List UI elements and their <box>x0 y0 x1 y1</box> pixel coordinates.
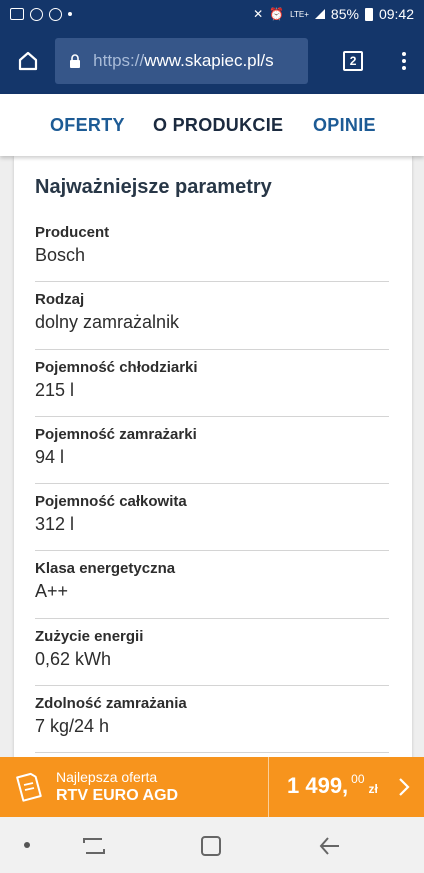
price-main: 1 499, <box>287 773 349 798</box>
offer-divider <box>268 757 269 817</box>
tab-oferty[interactable]: OFERTY <box>50 115 125 136</box>
param-label: Klasa energetyczna <box>35 560 176 578</box>
param-label: Zużycie energii <box>35 627 144 645</box>
lock-icon <box>70 54 81 68</box>
param-value: 312 l <box>35 514 75 535</box>
offer-shop: RTV EURO AGD <box>56 787 179 804</box>
param-value: 94 l <box>35 446 65 467</box>
param-row: Klasa energetyczna A++ <box>35 551 389 619</box>
status-bar: ✕ ⏰ LTE+ 85% 09:42 <box>0 0 424 28</box>
param-row: Pojemność chłodziarki 215 l <box>35 350 389 417</box>
tab-opinie[interactable]: OPINIE <box>313 115 376 136</box>
param-label: Pojemność całkowita <box>35 493 187 511</box>
tab-o-produkcie[interactable]: O PRODUKCIE <box>153 115 283 136</box>
param-value: 0,62 kWh <box>35 648 112 669</box>
browser-toolbar: https:// www.skapiec.pl/s 2 <box>0 28 424 94</box>
url-protocol: https:// <box>93 51 145 70</box>
back-icon[interactable] <box>318 835 342 857</box>
price-cents: 00 <box>351 772 365 786</box>
network-type: LTE+ <box>290 9 309 19</box>
sync-icon <box>49 7 62 21</box>
menu-dot <box>402 66 407 70</box>
price-currency: zł <box>368 782 378 796</box>
recent-apps-icon[interactable] <box>80 835 108 857</box>
param-value: 7 kg/24 h <box>35 716 110 737</box>
param-row: Pojemność zamrażarki 94 l <box>35 417 389 485</box>
param-label: Pojemność chłodziarki <box>35 358 198 376</box>
param-row: Zdolność zamrażania 7 kg/24 h <box>35 686 389 754</box>
param-row: Pojemność całkowita 312 l <box>35 484 389 552</box>
tab-switcher-button[interactable]: 2 <box>322 28 385 94</box>
more-notifications-icon <box>68 12 72 16</box>
battery-level: 85% <box>330 6 359 22</box>
best-offer-bar[interactable]: Najlepsza oferta RTV EURO AGD 1 499, 00 … <box>0 757 424 817</box>
param-value: dolny zamrażalnik <box>35 312 180 333</box>
url-bar[interactable]: https:// www.skapiec.pl/s <box>55 38 308 84</box>
notification-icons <box>10 7 72 21</box>
system-nav-bar <box>0 817 424 873</box>
offer-text: Najlepsza oferta RTV EURO AGD <box>56 769 178 805</box>
param-row: Rodzaj dolny zamrażalnik <box>35 282 389 350</box>
param-label: Rodzaj <box>35 291 85 309</box>
offer-label: Najlepsza oferta <box>56 769 158 785</box>
param-label: Producent <box>35 224 110 241</box>
home-icon <box>18 51 37 71</box>
param-label: Pojemność zamrażarki <box>35 425 197 443</box>
tab-count: 2 <box>343 51 364 71</box>
param-value: Bosch <box>35 245 86 265</box>
card-title: Najważniejsze parametry <box>35 176 272 198</box>
signal-icon <box>314 9 325 19</box>
nav-hide-dot[interactable] <box>24 842 30 848</box>
gallery-icon <box>10 8 24 20</box>
param-label: Zdolność zamrażania <box>35 695 187 713</box>
url-host: www.skapiec.pl/s <box>144 51 274 70</box>
battery-icon <box>364 7 373 21</box>
parameters-list: Producent Bosch Rodzaj dolny zamrażalnik… <box>35 215 389 754</box>
param-value: A++ <box>35 581 69 602</box>
param-row: Zużycie energii 0,62 kWh <box>35 619 389 687</box>
param-row: Producent Bosch <box>35 215 389 283</box>
receipt-icon <box>0 757 56 817</box>
menu-dot <box>402 59 407 63</box>
account-icon <box>30 7 43 21</box>
browser-menu-button[interactable] <box>385 28 424 94</box>
menu-dot <box>402 52 407 56</box>
home-button[interactable] <box>0 28 55 94</box>
alarm-icon: ⏰ <box>269 7 285 21</box>
clock: 09:42 <box>378 6 414 22</box>
parameters-card: Najważniejsze parametry Producent Bosch … <box>14 156 412 760</box>
section-tabs: OFERTY O PRODUKCIE OPINIE <box>0 94 424 156</box>
offer-price: 1 499, 00 zł <box>287 772 378 799</box>
chevron-right-icon <box>399 778 410 796</box>
home-nav-icon[interactable] <box>200 835 222 857</box>
mute-icon: ✕ <box>253 7 264 21</box>
param-value: 215 l <box>35 379 75 400</box>
